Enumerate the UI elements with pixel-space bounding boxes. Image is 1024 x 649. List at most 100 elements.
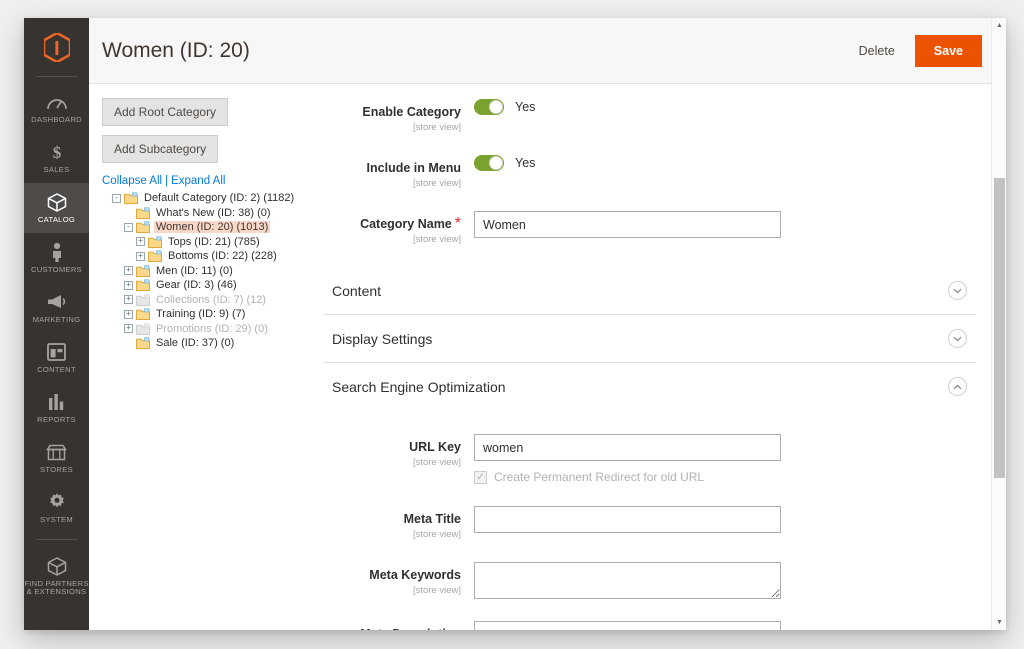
- scroll-up-icon[interactable]: ▲: [992, 18, 1006, 33]
- sidebar-item-customers[interactable]: CUSTOMERS: [24, 233, 89, 283]
- tree-node[interactable]: + Training (ID: 9) (7): [124, 307, 314, 322]
- magento-logo-icon[interactable]: [24, 18, 89, 76]
- delete-button[interactable]: Delete: [849, 38, 905, 64]
- field-include-in-menu: Include in Menu [store view] Yes: [314, 155, 976, 189]
- tree-node[interactable]: + Collections (ID: 7) (12): [124, 293, 314, 308]
- sidebar-item-label: SALES: [44, 166, 70, 175]
- field-category-name: Category Name* [store view]: [314, 211, 976, 245]
- tree-node[interactable]: - Women (ID: 20) (1013): [124, 220, 314, 235]
- expand-node-icon[interactable]: +: [136, 237, 145, 246]
- category-tree: - Default Category (ID: 2) (1182) What's N…: [102, 191, 314, 351]
- tree-node[interactable]: + Tops (ID: 21) (785): [136, 235, 314, 250]
- field-scope: [store view]: [314, 529, 461, 540]
- field-label: Meta Title [store view]: [314, 506, 474, 540]
- expand-node-icon[interactable]: +: [124, 295, 133, 304]
- expand-node-icon[interactable]: +: [124, 281, 133, 290]
- category-name-input[interactable]: [474, 211, 781, 238]
- tree-node-label[interactable]: Tops (ID: 21) (785): [166, 236, 262, 248]
- enable-category-toggle[interactable]: [474, 99, 504, 115]
- chevron-down-icon[interactable]: [948, 281, 967, 300]
- tree-node[interactable]: - Default Category (ID: 2) (1182): [112, 191, 314, 206]
- field-label-text: URL Key: [409, 440, 461, 454]
- folder-icon: [148, 236, 162, 248]
- sidebar-divider-top: [36, 76, 77, 77]
- field-meta-description: Meta Description [store view]: [314, 621, 976, 630]
- tree-node-label[interactable]: Promotions (ID: 29) (0): [154, 323, 270, 335]
- meta-title-input[interactable]: [474, 506, 781, 533]
- vertical-scrollbar[interactable]: ▲ ▼: [991, 18, 1006, 630]
- tree-node[interactable]: What's New (ID: 38) (0): [124, 206, 314, 221]
- field-label: Category Name* [store view]: [314, 211, 474, 245]
- sidebar-item-reports[interactable]: REPORTS: [24, 383, 89, 433]
- tree-node[interactable]: + Promotions (ID: 29) (0): [124, 322, 314, 337]
- sidebar-item-label: MARKETING: [33, 316, 81, 325]
- sidebar-item-marketing[interactable]: MARKETING: [24, 283, 89, 333]
- tree-node[interactable]: + Gear (ID: 3) (46): [124, 278, 314, 293]
- collapse-all-link[interactable]: Collapse All: [102, 175, 162, 187]
- field-label-text: Include in Menu: [367, 161, 461, 175]
- tree-node[interactable]: Sale (ID: 37) (0): [124, 336, 314, 351]
- section-header-display-settings[interactable]: Display Settings: [323, 315, 976, 363]
- url-key-input[interactable]: [474, 434, 781, 461]
- tree-node-label[interactable]: Sale (ID: 37) (0): [154, 337, 236, 349]
- field-control: Yes: [474, 155, 976, 171]
- section-title: Display Settings: [332, 331, 948, 347]
- admin-sidebar: DASHBOARD $ SALES CATALOG CUSTOMERS: [24, 18, 89, 630]
- expand-all-link[interactable]: Expand All: [171, 175, 225, 187]
- tree-node-label[interactable]: What's New (ID: 38) (0): [154, 207, 273, 219]
- scrollbar-thumb[interactable]: [994, 178, 1005, 478]
- collapse-node-icon[interactable]: -: [112, 194, 121, 203]
- folder-icon: [136, 265, 150, 277]
- sidebar-item-catalog[interactable]: CATALOG: [24, 183, 89, 233]
- sidebar-item-sales[interactable]: $ SALES: [24, 133, 89, 183]
- chevron-down-icon[interactable]: [948, 329, 967, 348]
- section-header-seo[interactable]: Search Engine Optimization: [323, 363, 976, 410]
- sidebar-item-label: SYSTEM: [40, 516, 73, 525]
- scroll-down-icon[interactable]: ▼: [992, 615, 1006, 630]
- tree-node-label[interactable]: Gear (ID: 3) (46): [154, 279, 239, 291]
- checkbox-create-redirect[interactable]: ✓: [474, 471, 487, 484]
- sections: Content Display Settings: [314, 267, 976, 630]
- sidebar-item-label: REPORTS: [37, 416, 76, 425]
- sidebar-item-dashboard[interactable]: DASHBOARD: [24, 83, 89, 133]
- tree-node-label[interactable]: Women (ID: 20) (1013): [154, 221, 270, 233]
- sidebar-item-find-partners[interactable]: FIND PARTNERS & EXTENSIONS: [24, 546, 89, 606]
- field-control: Yes: [474, 99, 976, 115]
- meta-description-textarea[interactable]: [474, 621, 781, 630]
- field-url-key: URL Key [store view] ✓ Create Permanent …: [314, 434, 976, 484]
- tree-node-label[interactable]: Bottoms (ID: 22) (228): [166, 250, 279, 262]
- meta-keywords-textarea[interactable]: [474, 562, 781, 599]
- tree-node-label[interactable]: Default Category (ID: 2) (1182): [142, 192, 296, 204]
- tree-node[interactable]: + Men (ID: 11) (0): [124, 264, 314, 279]
- expand-node-icon[interactable]: +: [136, 252, 145, 261]
- category-tree-panel: Add Root Category Add Subcategory Collap…: [89, 85, 314, 630]
- field-enable-category: Enable Category [store view] Yes: [314, 99, 976, 133]
- field-label-text: Enable Category: [362, 105, 461, 119]
- expand-node-icon[interactable]: +: [124, 324, 133, 333]
- collapse-node-icon[interactable]: -: [124, 223, 133, 232]
- tree-node-label[interactable]: Training (ID: 9) (7): [154, 308, 247, 320]
- add-subcategory-button[interactable]: Add Subcategory: [102, 135, 218, 163]
- box-icon: [46, 192, 68, 213]
- add-root-category-button[interactable]: Add Root Category: [102, 98, 228, 126]
- toggle-knob: [489, 156, 503, 170]
- save-button[interactable]: Save: [915, 35, 982, 67]
- storefront-icon: [46, 442, 68, 463]
- sidebar-divider-bottom: [36, 539, 77, 540]
- expand-node-icon[interactable]: +: [124, 266, 133, 275]
- tree-node[interactable]: + Bottoms (ID: 22) (228): [136, 249, 314, 264]
- sidebar-item-content[interactable]: CONTENT: [24, 333, 89, 383]
- sidebar-item-stores[interactable]: STORES: [24, 433, 89, 483]
- field-label: URL Key [store view]: [314, 434, 474, 468]
- tree-node-label[interactable]: Men (ID: 11) (0): [154, 265, 235, 277]
- include-in-menu-toggle[interactable]: [474, 155, 504, 171]
- section-header-content[interactable]: Content: [323, 267, 976, 315]
- chevron-up-icon[interactable]: [948, 377, 967, 396]
- tree-node-label[interactable]: Collections (ID: 7) (12): [154, 294, 268, 306]
- person-icon: [46, 242, 68, 263]
- folder-icon: [136, 337, 150, 349]
- field-scope: [store view]: [314, 585, 461, 596]
- sidebar-item-system[interactable]: SYSTEM: [24, 483, 89, 533]
- sidebar-item-label: STORES: [40, 466, 73, 475]
- expand-node-icon[interactable]: +: [124, 310, 133, 319]
